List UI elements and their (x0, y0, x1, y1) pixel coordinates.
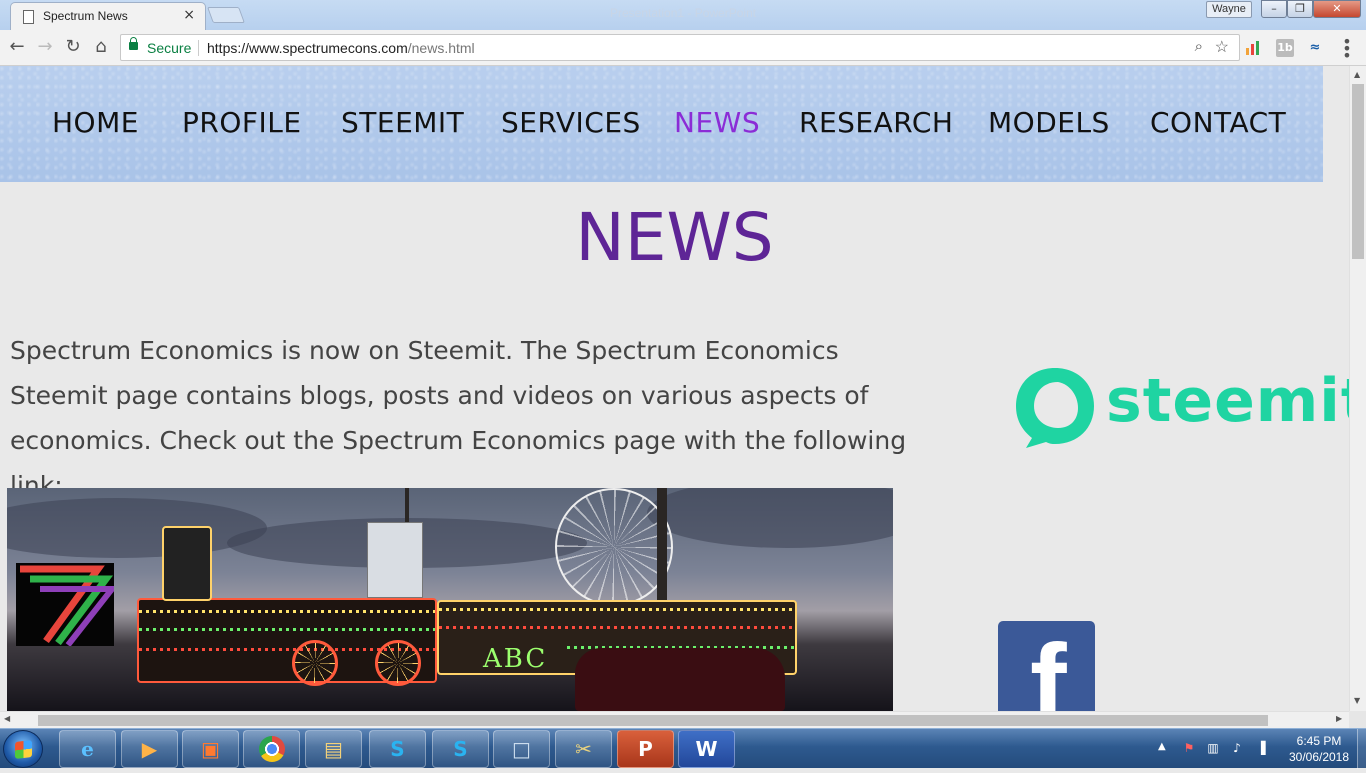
photo-cloud (7, 498, 267, 558)
chrome-logo (258, 736, 285, 762)
url-path: /news.html (407, 40, 475, 56)
nav-link-news[interactable]: NEWS (674, 106, 760, 139)
photo-cloud (647, 488, 893, 548)
scroll-down-icon[interactable]: ▼ (1354, 696, 1360, 705)
start-button[interactable] (3, 730, 43, 768)
photo-lights (139, 628, 435, 631)
home-icon[interactable]: ⌂ (89, 36, 113, 60)
photo-street-sign (367, 522, 423, 598)
steemit-bubble-icon (1016, 368, 1094, 448)
maximize-button[interactable]: ❐ (1287, 0, 1313, 18)
site-navigation: HOME PROFILE STEEMIT SERVICES NEWS RESEA… (0, 66, 1323, 182)
page-title: NEWS (575, 199, 774, 276)
close-window-button[interactable]: ✕ (1313, 0, 1361, 18)
show-hidden-icons-icon[interactable]: ▲ (1158, 741, 1166, 752)
device-icon[interactable]: ▥ (1206, 741, 1220, 755)
show-desktop-button[interactable] (1357, 729, 1366, 769)
action-center-flag-icon[interactable]: ⚑ (1182, 741, 1196, 755)
photo-wheel (292, 640, 338, 686)
photo-car (575, 648, 785, 711)
extension-steem-icon[interactable]: ≈ (1306, 39, 1324, 57)
photo-lights (139, 610, 435, 613)
horizontal-scrollbar[interactable]: ◀ ▶ (0, 711, 1349, 728)
extension-1b-icon[interactable]: 1b (1276, 39, 1294, 57)
computer-icon[interactable]: □ (493, 730, 550, 768)
skype-icon[interactable]: S (432, 730, 489, 768)
page-viewport: HOME PROFILE STEEMIT SERVICES NEWS RESEA… (0, 66, 1349, 711)
nav-link-steemit[interactable]: STEEMIT (341, 106, 464, 139)
spectrum-logo (16, 563, 119, 647)
horizontal-scroll-thumb[interactable] (38, 715, 1268, 726)
nav-link-research[interactable]: RESEARCH (799, 106, 953, 139)
steemit-logo-link[interactable]: steemit (1012, 362, 1349, 454)
extension-chart-icon[interactable] (1244, 39, 1262, 57)
windows-taskbar: e ▶ ▣ ▤ S S □ ✂ P W ▲ ⚑ ▥ ♪ ▐ 6:45 PM 30… (0, 728, 1366, 769)
nav-link-models[interactable]: MODELS (988, 106, 1110, 139)
network-signal-icon[interactable]: ▐ (1254, 741, 1268, 755)
clock-time[interactable]: 6:45 PM (1286, 734, 1352, 748)
powerpoint-icon[interactable]: P (617, 730, 674, 768)
media-player-icon[interactable]: ▶ (121, 730, 178, 768)
scroll-right-icon[interactable]: ▶ (1336, 714, 1342, 723)
facebook-letter: f (1030, 622, 1067, 712)
clock-date[interactable]: 30/06/2018 (1282, 750, 1356, 764)
minimize-button[interactable]: – (1261, 0, 1287, 18)
chrome-icon[interactable] (243, 730, 300, 768)
scroll-left-icon[interactable]: ◀ (4, 714, 10, 723)
windows-logo-icon (15, 740, 32, 759)
address-bar[interactable]: Secure https://www.spectrumecons.com/new… (120, 34, 1240, 61)
scrollbar-corner (1349, 711, 1366, 728)
vertical-scrollbar[interactable]: ▲ ▼ (1349, 66, 1366, 711)
word-icon[interactable]: W (678, 730, 735, 768)
vertical-scroll-thumb[interactable] (1352, 84, 1364, 259)
photo-lights (439, 608, 795, 611)
nav-link-contact[interactable]: CONTACT (1150, 106, 1286, 139)
steemit-wordmark: steemit (1106, 366, 1349, 436)
forward-arrow-icon[interactable]: → (33, 36, 57, 60)
scroll-up-icon[interactable]: ▲ (1354, 70, 1360, 79)
volume-icon[interactable]: ♪ (1230, 741, 1244, 755)
address-separator (198, 40, 199, 56)
nav-link-profile[interactable]: PROFILE (182, 106, 302, 139)
zoom-icon[interactable]: ⌕ (1195, 38, 1203, 55)
internet-explorer-icon[interactable]: e (59, 730, 116, 768)
new-tab-button[interactable] (207, 7, 245, 23)
photo-wheel (375, 640, 421, 686)
photo-abc-text: ABC (483, 644, 548, 674)
browser-tab-active[interactable]: Spectrum News × (10, 2, 206, 30)
nav-link-home[interactable]: HOME (52, 106, 139, 139)
star-icon[interactable]: ☆ (1215, 37, 1229, 57)
url-host: https://www.spectrumecons.com (207, 40, 408, 56)
tab-title: Spectrum News (43, 9, 128, 23)
user-profile-button[interactable]: Wayne (1206, 1, 1252, 18)
page-icon (23, 10, 34, 24)
intro-paragraph: Spectrum Economics is now on Steemit. Th… (10, 336, 907, 500)
snipping-tool-icon[interactable]: ✂ (555, 730, 612, 768)
nav-link-services[interactable]: SERVICES (501, 106, 641, 139)
window-title: Presentation1 - PowerPoint (610, 6, 757, 20)
secure-label: Secure (147, 40, 192, 56)
photo-chimney (162, 526, 212, 601)
tab-close-icon[interactable]: × (183, 7, 195, 23)
news-banner-image[interactable]: ABC (7, 488, 893, 711)
browser-toolbar: ← → ↻ ⌂ Secure https://www.spectrumecons… (0, 30, 1366, 66)
browser-titlebar: Spectrum News × Presentation1 - PowerPoi… (0, 0, 1366, 30)
url-text[interactable]: https://www.spectrumecons.com/news.html (207, 40, 475, 56)
reload-icon[interactable]: ↻ (61, 36, 85, 60)
facebook-icon[interactable]: f (998, 621, 1095, 711)
lock-icon (129, 37, 138, 50)
menu-kebab-icon[interactable]: • • • (1340, 34, 1354, 64)
office-icon[interactable]: ▣ (182, 730, 239, 768)
photo-ferris-wheel (555, 488, 673, 606)
file-explorer-icon[interactable]: ▤ (305, 730, 362, 768)
skype-icon[interactable]: S (369, 730, 426, 768)
photo-lights (439, 626, 795, 629)
back-arrow-icon[interactable]: ← (5, 36, 29, 60)
